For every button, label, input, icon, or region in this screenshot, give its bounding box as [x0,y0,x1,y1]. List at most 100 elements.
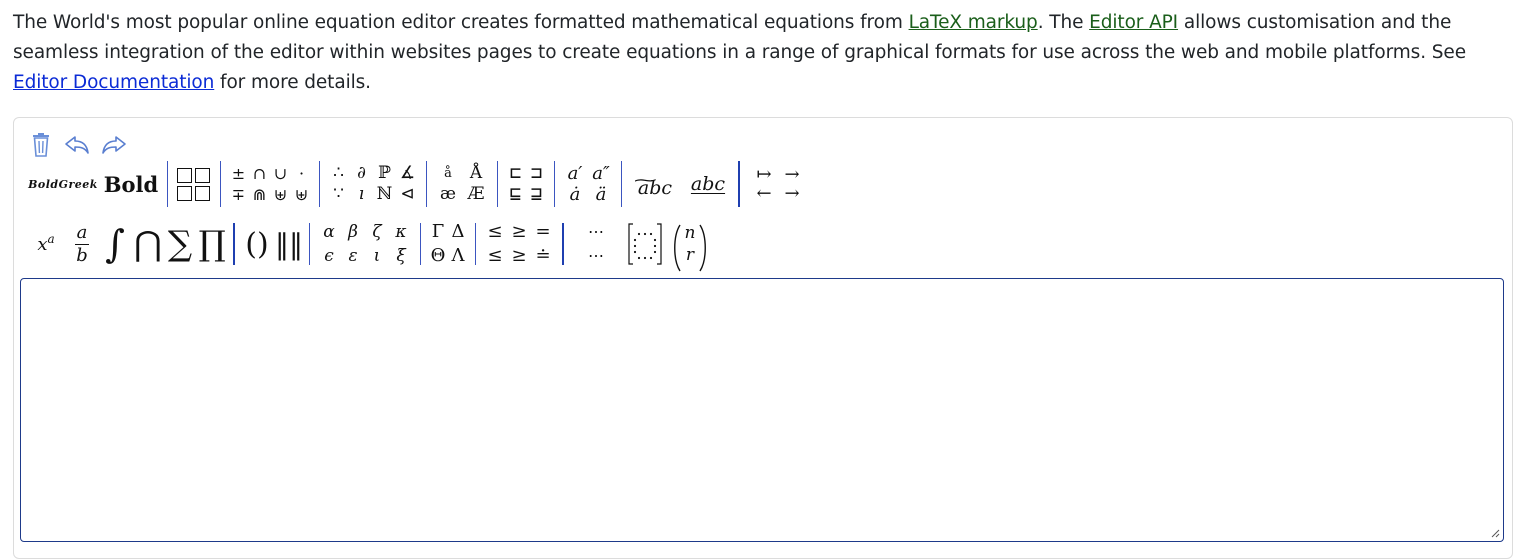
misc-symbol[interactable]: ∡ [400,163,415,184]
greek-symbol[interactable]: α [323,220,334,244]
separator [220,161,221,207]
fraction: a b [75,223,89,266]
op-symbol[interactable]: ⊎ [295,184,308,205]
sqsub-symbol[interactable]: ⊒ [531,184,542,205]
relation-symbol[interactable]: = [535,220,550,244]
greek-upper-symbol[interactable]: Δ [452,220,465,244]
relation-symbol[interactable]: ≤ [487,244,502,268]
bold-greek-button[interactable]: BoldGreek [26,178,100,191]
greek-symbol[interactable]: β [348,220,358,244]
binomial-parens-icon [672,222,708,274]
matrix-button[interactable] [620,220,670,268]
misc-symbol[interactable]: ∴ [333,163,344,184]
prime-symbol[interactable]: a′ [568,163,583,184]
misc-symbol[interactable]: ⊲ [400,184,414,205]
relations-palette[interactable]: ≤ ≥ = ≤ ≥ ≐ [483,220,555,268]
undo-button[interactable] [62,130,92,160]
wide-tilde-button[interactable]: ~ abc [627,169,683,199]
binomial-button[interactable]: n r [670,222,710,266]
underline-button[interactable]: abc [683,173,733,195]
greek-upper-palette[interactable]: Γ Δ Θ Λ [428,220,468,268]
op-symbol[interactable]: ∩ [253,163,266,184]
integral-button[interactable]: ∫ [98,222,132,266]
prime-symbol[interactable]: ä [596,184,607,205]
op-symbol[interactable]: ± [232,163,245,184]
arrows-palette[interactable]: ↦ → ← → [750,165,806,203]
primes-palette[interactable]: a′ a″ ȧ ä [562,163,614,205]
separator [426,161,427,207]
greek-symbol[interactable]: ξ [396,244,405,268]
greek-upper-symbol[interactable]: Λ [452,244,465,268]
separator [621,161,622,207]
greek-symbol[interactable]: ε [348,244,357,268]
arrow-symbol[interactable]: ← [756,184,771,203]
product-button[interactable]: ∏ [196,224,228,264]
misc-symbol[interactable]: ∂ [357,163,366,184]
greek-symbol[interactable]: ζ [372,220,381,244]
editor-documentation-link[interactable]: Editor Documentation [13,72,214,93]
greek-symbol[interactable]: κ [395,220,406,244]
accent-symbol[interactable]: Æ [467,184,484,205]
parentheses-button[interactable]: () [240,227,274,262]
arrow-symbol[interactable]: → [784,165,799,184]
misc-symbol[interactable]: ℕ [377,184,393,205]
relation-symbol[interactable]: ≤ [487,220,502,244]
sum-button[interactable]: ∑ [164,224,196,264]
editor-api-link[interactable]: Editor API [1089,12,1178,33]
op-symbol[interactable]: ∓ [232,184,245,205]
square-subset-palette[interactable]: ⊏ ⊐ ⊑ ⊒ [505,163,547,205]
intro-paragraph: The World's most popular online equation… [13,8,1508,98]
greek-lower-palette[interactable]: α β ζ κ ϵ ε ι ξ [317,220,413,268]
superscript-base: x [37,234,47,255]
trash-icon [31,132,51,158]
relation-symbol[interactable]: ≥ [511,244,526,268]
clear-button[interactable] [26,130,56,160]
dots-symbol[interactable]: ⋯ [588,244,604,268]
op-symbol[interactable]: ∪ [274,163,287,184]
misc-symbol[interactable]: ∵ [333,184,344,205]
separator [497,161,498,207]
greek-upper-symbol[interactable]: Θ [431,244,446,268]
op-symbol[interactable]: · [299,163,304,184]
prime-symbol[interactable]: a″ [592,163,609,184]
misc-symbol[interactable]: ı [359,184,364,205]
latex-input[interactable] [20,278,1504,542]
fraction-denominator: b [76,246,88,266]
sqsub-symbol[interactable]: ⊑ [510,184,521,205]
redo-icon [101,135,127,155]
relation-symbol[interactable]: ≥ [511,220,526,244]
intro-text: The World's most popular online equation… [13,12,909,33]
prime-symbol[interactable]: ȧ [570,184,581,205]
norm-left: ‖ [275,228,289,261]
superscript-button[interactable]: xa [26,234,66,255]
dots-symbol[interactable]: ⋯ [588,220,604,244]
sqsub-symbol[interactable]: ⊏ [510,163,521,184]
greek-symbol[interactable]: ϵ [324,244,334,268]
accent-symbol[interactable]: å [444,163,452,184]
op-symbol[interactable]: ⊎ [274,184,287,205]
misc-symbol[interactable]: ℙ [378,163,391,184]
layout-boxes-button[interactable] [177,168,211,201]
greek-upper-symbol[interactable]: Γ [432,220,445,244]
sqsub-symbol[interactable]: ⊐ [531,163,542,184]
resize-handle-icon[interactable] [1490,528,1500,538]
op-symbol[interactable]: ⋒ [253,184,266,205]
operators-palette[interactable]: ± ∩ ∪ · ∓ ⋒ ⊎ ⊎ [228,163,312,205]
arrow-symbol[interactable]: → [784,184,799,203]
misc-symbols-palette[interactable]: ∴ ∂ ℙ ∡ ∵ ı ℕ ⊲ [327,163,419,205]
accent-symbol[interactable]: Å [470,163,482,184]
redo-button[interactable] [99,130,129,160]
latex-markup-link[interactable]: LaTeX markup [909,12,1038,33]
accent-symbol[interactable]: æ [440,184,456,205]
arrow-symbol[interactable]: ↦ [756,165,771,184]
big-intersection-button[interactable]: ⋂ [132,224,164,264]
greek-symbol[interactable]: ι [374,244,381,268]
norm-button[interactable]: ‖‖ [274,228,304,261]
matrix-icon [627,220,663,268]
dots-palette[interactable]: ⋯ ⋯ [576,220,616,268]
separator [319,161,320,207]
accented-letters-palette[interactable]: å Å æ Æ [434,163,490,205]
relation-symbol[interactable]: ≐ [535,244,550,268]
fraction-button[interactable]: a b [66,223,98,266]
bold-button[interactable]: Bold [100,172,162,197]
